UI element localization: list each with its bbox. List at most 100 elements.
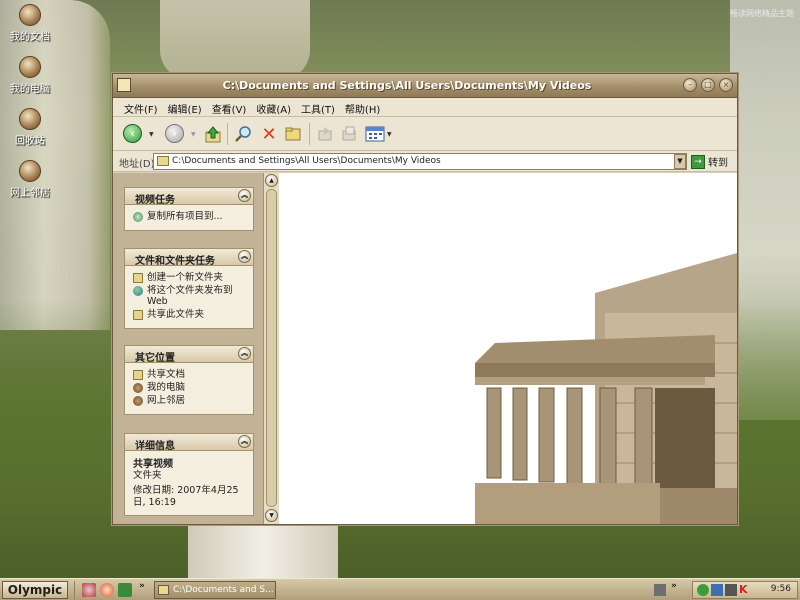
copy-all-items-link[interactable]: 复制所有项目到... — [133, 211, 247, 222]
video-tasks-panel: 视频任务 ︽ 复制所有项目到... — [124, 187, 254, 231]
file-folder-tasks-panel: 文件和文件夹任务 ︽ 创建一个新文件夹 将这个文件夹发布到 Web 共享此文件夹 — [124, 248, 254, 329]
detail-type: 文件夹 — [133, 470, 162, 481]
publish-web-link[interactable]: 将这个文件夹发布到 Web — [133, 285, 247, 307]
menu-edit[interactable]: 编辑(E) — [163, 98, 207, 116]
explorer-window: C:\Documents and Settings\All Users\Docu… — [112, 73, 738, 525]
title-bar[interactable]: C:\Documents and Settings\All Users\Docu… — [113, 74, 737, 98]
media-quicklaunch-icon[interactable] — [100, 583, 114, 597]
details-panel: 详细信息 ︽ 共享视频 文件夹 修改日期: 2007年4月25日, 16:19 — [124, 433, 254, 516]
task-pane-scrollbar[interactable]: ▲ ▼ — [263, 173, 279, 524]
keyboard-icon[interactable] — [654, 584, 666, 596]
tray-display-icon[interactable] — [711, 584, 723, 596]
globe-icon — [133, 286, 143, 296]
address-value: C:\Documents and Settings\All Users\Docu… — [172, 156, 441, 166]
taskbar-window-button[interactable]: C:\Documents and S... — [154, 581, 276, 599]
back-dropdown-icon[interactable]: ▼ — [149, 131, 154, 138]
collapse-icon[interactable]: ︽ — [238, 347, 251, 360]
views-icon[interactable] — [365, 124, 385, 144]
menu-favorites[interactable]: 收藏(A) — [251, 98, 296, 116]
task-link-label: 将这个文件夹发布到 Web — [147, 285, 233, 307]
collapse-icon[interactable]: ︽ — [238, 189, 251, 202]
folder-icon — [158, 585, 169, 595]
desktop-quicklaunch-icon[interactable] — [118, 583, 132, 597]
collapse-icon[interactable]: ︽ — [238, 250, 251, 263]
desktop-icon-label: 网上邻居 — [10, 188, 50, 199]
shared-documents-link[interactable]: 共享文档 — [133, 369, 247, 380]
folder-window-icon[interactable] — [117, 78, 131, 92]
up-folder-icon[interactable] — [203, 124, 223, 144]
desktop-icon-my-documents[interactable]: 我的文档 — [4, 4, 56, 43]
video-tasks-title: 视频任务 — [135, 195, 175, 206]
desktop-icon-label: 我的电脑 — [10, 84, 50, 95]
network-icon — [133, 396, 143, 406]
desktop-watermark: 畅读网络精品主题 — [730, 9, 794, 18]
folder-icon — [157, 156, 169, 166]
task-link-label: 网上邻居 — [147, 395, 186, 406]
computer-icon — [133, 383, 143, 393]
quicklaunch-chevron[interactable]: » — [139, 581, 145, 591]
toolbar-chevron[interactable]: » — [671, 581, 677, 591]
folder-icon — [133, 370, 143, 380]
back-icon[interactable]: ‹ — [123, 124, 142, 143]
create-folder-link[interactable]: 创建一个新文件夹 — [133, 272, 247, 283]
other-places-header[interactable]: 其它位置 ︽ — [124, 345, 254, 364]
details-header[interactable]: 详细信息 ︽ — [124, 433, 254, 452]
background-figure — [160, 0, 310, 80]
video-tasks-header[interactable]: 视频任务 ︽ — [124, 187, 254, 206]
erechtheion-background-image — [475, 253, 737, 524]
desktop-icon-label: 回收站 — [15, 136, 45, 147]
tray-volume-icon[interactable] — [725, 584, 737, 596]
move-to-icon[interactable] — [315, 124, 335, 144]
video-tasks-body: 复制所有项目到... — [124, 204, 254, 231]
task-link-label: 共享文档 — [147, 369, 186, 380]
other-places-title: 其它位置 — [135, 353, 175, 364]
menu-tools[interactable]: 工具(T) — [296, 98, 340, 116]
file-folder-tasks-body: 创建一个新文件夹 将这个文件夹发布到 Web 共享此文件夹 — [124, 265, 254, 329]
minimize-button[interactable]: – — [683, 78, 697, 92]
address-input[interactable]: C:\Documents and Settings\All Users\Docu… — [153, 153, 687, 170]
collapse-icon[interactable]: ︽ — [238, 435, 251, 448]
menu-view[interactable]: 查看(V) — [207, 98, 252, 116]
new-folder-icon — [133, 273, 143, 283]
folder-content-area[interactable] — [279, 173, 737, 524]
system-tray: K 9:56 — [692, 581, 798, 599]
forward-icon[interactable]: › — [165, 124, 184, 143]
toolbar-separator — [309, 123, 310, 145]
scroll-thumb[interactable] — [266, 189, 277, 507]
delete-icon[interactable]: ✕ — [259, 124, 279, 145]
my-documents-icon — [19, 4, 41, 26]
task-pane: 视频任务 ︽ 复制所有项目到... 文件和文件夹任务 ︽ 创建一个新文件夹 将这… — [113, 173, 279, 524]
search-icon[interactable] — [233, 124, 253, 144]
menu-bar: 文件(F) 编辑(E) 查看(V) 收藏(A) 工具(T) 帮助(H) — [113, 98, 737, 117]
my-computer-link[interactable]: 我的电脑 — [133, 382, 247, 393]
maximize-button[interactable]: □ — [701, 78, 715, 92]
tray-antivirus-icon[interactable]: K — [739, 584, 751, 596]
taskbar-window-label: C:\Documents and S... — [173, 585, 274, 595]
share-folder-link[interactable]: 共享此文件夹 — [133, 309, 247, 320]
scroll-up-icon[interactable]: ▲ — [265, 174, 278, 187]
background-column — [188, 520, 338, 580]
forward-dropdown-icon[interactable]: ▼ — [191, 131, 196, 138]
desktop-icon-my-computer[interactable]: 我的电脑 — [4, 56, 56, 95]
desktop-icon-network-places[interactable]: 网上邻居 — [4, 160, 56, 199]
menu-file[interactable]: 文件(F) — [119, 98, 163, 116]
address-dropdown-icon[interactable]: ▼ — [674, 154, 686, 169]
task-link-label: 我的电脑 — [147, 382, 186, 393]
folders-icon[interactable] — [283, 124, 303, 144]
menu-help[interactable]: 帮助(H) — [340, 98, 385, 116]
taskbar-separator — [74, 581, 75, 599]
go-button[interactable]: → 转到 — [691, 153, 728, 170]
network-places-link[interactable]: 网上邻居 — [133, 395, 247, 406]
tray-network-icon[interactable] — [697, 584, 709, 596]
copy-to-icon[interactable] — [339, 124, 359, 144]
close-button[interactable]: × — [719, 78, 733, 92]
scroll-down-icon[interactable]: ▼ — [265, 509, 278, 522]
go-arrow-icon: → — [691, 154, 705, 169]
views-dropdown-icon[interactable]: ▼ — [387, 131, 392, 138]
desktop-icon-recycle-bin[interactable]: 回收站 — [4, 108, 56, 147]
recycle-bin-icon — [19, 108, 41, 130]
start-button[interactable]: Olympic — [2, 581, 68, 599]
ie-quicklaunch-icon[interactable] — [82, 583, 96, 597]
go-label: 转到 — [708, 158, 728, 169]
file-folder-tasks-header[interactable]: 文件和文件夹任务 ︽ — [124, 248, 254, 267]
